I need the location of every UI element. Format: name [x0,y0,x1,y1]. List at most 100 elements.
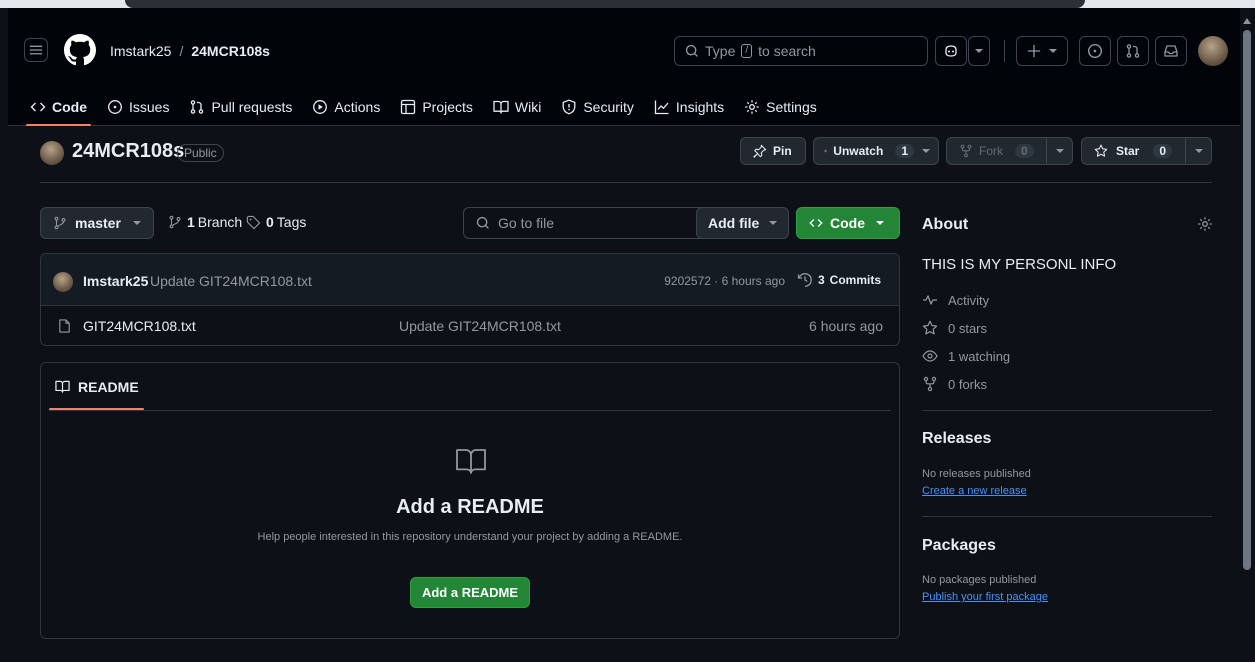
shield-icon [562,99,576,115]
commits-link[interactable]: 3 Commits [797,272,881,288]
star-main[interactable]: Star 0 [1082,144,1185,158]
activity-link[interactable]: Activity [922,292,989,308]
readme-empty-description: Help people interested in this repositor… [257,531,683,543]
breadcrumb-owner-link[interactable]: Imstark25 [110,43,171,59]
code-icon [30,102,46,112]
tags-link[interactable]: 0 Tags [246,214,306,230]
visibility-badge: Public [177,144,224,162]
star-count: 0 [1153,144,1173,158]
tab-code[interactable]: Code [26,88,91,126]
star-dropdown[interactable] [1185,138,1211,164]
create-new-button[interactable] [1016,36,1068,66]
github-mark-icon[interactable] [64,34,96,66]
search-shortcut-key: / [741,44,753,58]
gear-icon [745,100,759,114]
star-button[interactable]: Star 0 [1081,137,1212,165]
add-readme-button[interactable]: Add a README [410,577,530,608]
pull-requests-button[interactable] [1117,36,1149,66]
issue-opened-icon [1087,43,1103,59]
readme-tab-label: README [78,378,139,395]
file-controls: master 1 Branch 0 Tags Go to file t Add … [40,207,900,239]
unwatch-dropdown[interactable] [914,138,938,164]
git-branch-icon [169,215,181,229]
browser-chrome-edge [0,0,1255,8]
copilot-icon [945,45,957,57]
search-icon [476,216,489,229]
triangle-down-icon [1049,49,1057,53]
unwatch-main[interactable]: Unwatch 1 [814,144,914,158]
star-icon [922,320,938,335]
commit-author[interactable]: Imstark25 [83,273,148,289]
tab-actions[interactable]: Actions [312,88,380,126]
breadcrumb: Imstark25 / 24MCR108s [110,43,270,59]
tab-insights[interactable]: Insights [654,88,724,126]
go-to-file-placeholder: Go to file [498,215,555,231]
search-icon [685,44,698,57]
add-file-button[interactable]: Add file [696,207,789,239]
branch-name: master [75,215,121,231]
tab-issues[interactable]: Issues [107,88,169,126]
browser-tab-strip [125,0,1085,8]
commit-author-avatar[interactable] [53,272,73,292]
triangle-down-icon [769,221,778,225]
search-input[interactable]: Type / to search [674,36,928,66]
go-to-file-input[interactable]: Go to file t [463,207,727,239]
scrollbar-thumb[interactable] [1243,30,1251,570]
tab-code-label: Code [52,99,87,115]
latest-commit-bar: Imstark25 Update GIT24MCR108.txt 9202572… [41,254,899,306]
watching-link[interactable]: 1 watching [922,348,1010,364]
tab-pull-requests-label: Pull requests [211,99,293,115]
commit-message[interactable]: Update GIT24MCR108.txt [150,273,312,289]
eye-icon [922,350,938,362]
page-scrollbar[interactable] [1240,8,1255,662]
tab-projects[interactable]: Projects [400,88,473,126]
breadcrumb-repo-link[interactable]: 24MCR108s [191,43,270,59]
releases-title[interactable]: Releases [922,430,991,448]
create-release-link[interactable]: Create a new release [922,485,1027,497]
tab-security[interactable]: Security [561,88,634,126]
repo-name[interactable]: 24MCR108s [72,140,184,163]
git-pull-request-icon [191,100,204,114]
user-avatar[interactable] [1198,36,1228,66]
forks-link[interactable]: 0 forks [922,376,987,392]
fork-button[interactable]: Fork 0 [946,137,1073,165]
fork-label: Fork [979,144,1003,158]
inbox-button[interactable] [1155,36,1187,66]
fork-dropdown[interactable] [1046,138,1072,164]
publish-package-link[interactable]: Publish your first package [922,591,1048,603]
unwatch-button[interactable]: Unwatch 1 [813,137,939,165]
code-button[interactable]: Code [796,207,900,239]
copilot-dropdown-button[interactable] [968,36,990,66]
tab-wiki[interactable]: Wiki [493,88,541,126]
scroll-up-arrow[interactable] [1243,18,1251,24]
commit-meta[interactable]: 9202572 · 6 hours ago [664,274,785,288]
file-name-link[interactable]: GIT24MCR108.txt [83,318,196,334]
book-icon [493,100,509,114]
readme-divider [49,410,891,411]
table-row[interactable]: GIT24MCR108.txt Update GIT24MCR108.txt 6… [41,306,899,345]
tags-count: 0 [266,214,274,230]
branch-selector-button[interactable]: master [40,207,154,239]
plus-icon [1027,44,1041,58]
fork-main[interactable]: Fork 0 [947,144,1046,158]
tags-label: Tags [276,214,307,230]
tab-settings[interactable]: Settings [744,88,817,126]
tab-pull-requests[interactable]: Pull requests [189,88,292,126]
copilot-button[interactable] [935,36,967,66]
repo-owner-avatar[interactable] [40,141,64,165]
gear-icon[interactable] [1197,216,1213,232]
file-commit-message[interactable]: Update GIT24MCR108.txt [399,318,561,334]
hamburger-menu-button[interactable] [24,38,48,62]
three-bars-icon [29,45,43,55]
branches-link[interactable]: 1 Branch [168,214,242,230]
repo-forked-icon [960,144,972,158]
pin-button[interactable]: Pin [740,137,806,165]
packages-title[interactable]: Packages [922,537,996,555]
readme-tab[interactable]: README [49,363,144,410]
triangle-down-icon [132,221,141,225]
star-label: Star [1116,144,1140,158]
stars-link[interactable]: 0 stars [922,320,987,336]
issues-button[interactable] [1079,36,1111,66]
releases-empty-text: No releases published [922,468,1031,480]
activity-label: Activity [948,292,990,308]
